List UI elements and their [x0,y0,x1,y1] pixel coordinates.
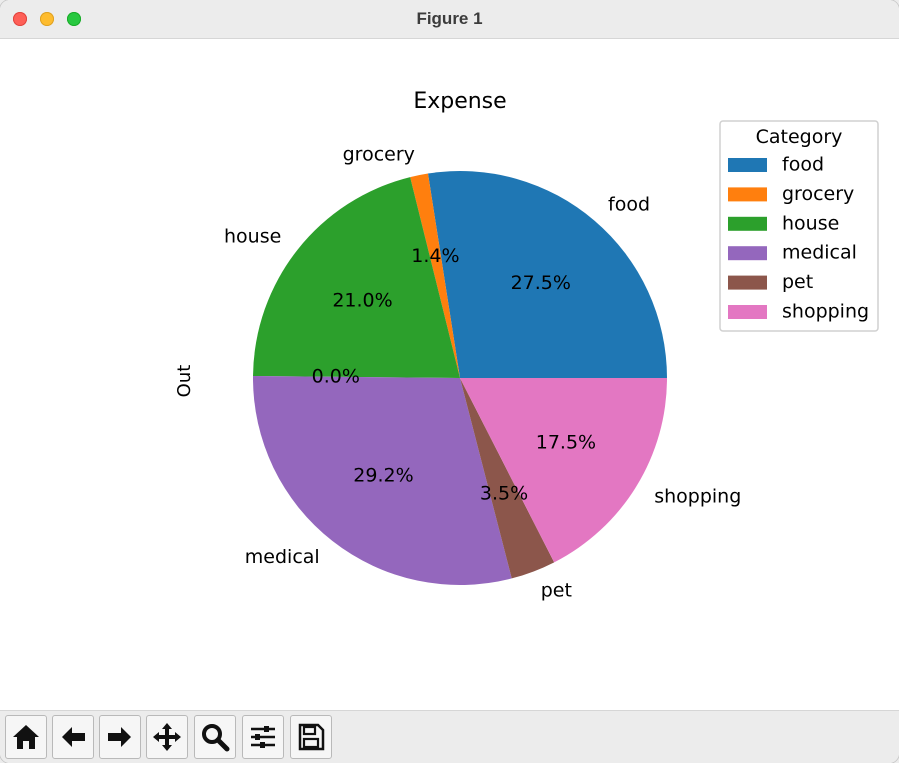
percent-label-shopping: 17.5% [536,431,596,453]
legend-label-shopping: shopping [782,301,869,323]
slice-label-grocery: grocery [343,143,415,165]
arrow-left-icon [62,727,85,747]
legend-label-house: house [782,212,839,234]
legend-label-food: food [782,154,824,176]
configure-subplots-button[interactable] [242,715,284,759]
slice-label-medical: medical [245,546,320,568]
legend: Category food grocery house medical pet shopp… [719,120,879,332]
pan-button[interactable] [146,715,188,759]
move-icon [153,723,181,751]
legend-swatch-shopping [728,305,767,319]
forward-button[interactable] [99,715,141,759]
legend-swatch-grocery [728,187,767,202]
slice-label-house: house [224,225,281,247]
slice-label-shopping: shopping [654,485,741,507]
legend-swatch-food [728,158,767,172]
figure-canvas: Expense Out food grocery house medical pet sh… [0,39,899,710]
legend-swatch-pet [728,275,767,290]
legend-title: Category [756,126,843,148]
percent-label-medical: 29.2% [353,464,413,486]
zoom-button[interactable] [194,715,236,759]
floppy-disk-icon [298,723,325,751]
legend-label-pet: pet [782,271,813,293]
percent-label-pet: 3.5% [480,483,528,505]
save-button[interactable] [290,715,332,759]
arrow-right-icon [108,727,131,747]
title-bar: Figure 1 [0,0,899,39]
percent-label-house: 21.0% [332,290,392,312]
sliders-icon [251,726,275,748]
percent-label-slice-3: 0.0% [312,365,360,387]
home-icon [13,725,39,749]
slice-label-food: food [608,193,650,215]
chart-title: Expense [413,89,506,114]
home-button[interactable] [5,715,47,759]
back-button[interactable] [52,715,94,759]
magnifier-icon [202,724,230,752]
percent-label-food: 27.5% [511,272,571,294]
navigation-toolbar [0,710,899,763]
window-title: Figure 1 [416,9,483,28]
slice-label-pet: pet [541,579,572,601]
legend-label-medical: medical [782,242,857,264]
figure-window: Figure 1 Expense Out food grocery house med… [0,0,899,763]
legend-swatch-medical [728,246,767,261]
legend-label-grocery: grocery [782,183,854,205]
y-axis-label: Out [174,365,195,398]
percent-label-grocery: 1.4% [411,245,459,267]
legend-swatch-house [728,216,767,231]
pie-chart: Expense Out food grocery house medical pet sh… [174,89,879,601]
